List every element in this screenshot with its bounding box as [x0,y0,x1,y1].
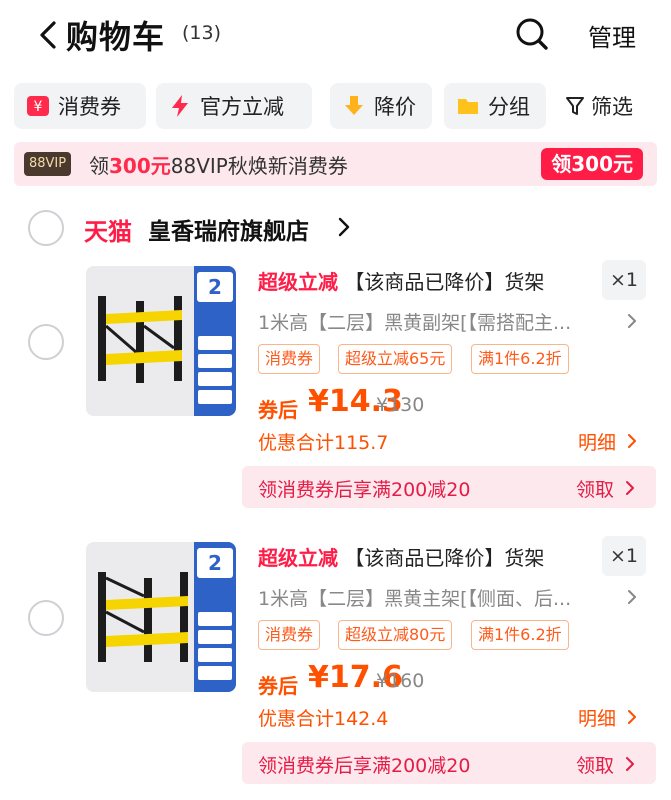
search-icon[interactable] [514,16,550,52]
tag-percent-off: 满1件6.2折 [471,620,569,650]
tmall-logo: 天猫 [84,218,132,246]
feature-icon [198,372,232,386]
vip-badge: 88VIP [24,152,72,176]
claim-coupon-button[interactable]: 领取 [576,475,636,502]
vip-suffix: 88VIP秋焕新消费券 [170,154,348,178]
store-header: 天猫 皇香瑞府旗舰店 [0,200,671,256]
tier-badge: 2 [197,548,233,578]
original-price: ¥130 [376,394,425,416]
item-select-radio[interactable] [28,600,64,636]
price-drop-icon [342,94,366,118]
vip-amount: 300元 [109,154,171,178]
claim-vip-coupon-button[interactable]: 领300元 [541,148,643,180]
chip-label: 消费券 [58,95,121,119]
vip-coupon-banner[interactable]: 88VIP 领300元88VIP秋焕新消费券 领300元 [14,142,657,186]
detail-link[interactable]: 明细 [578,428,638,455]
tag-coupon: 消费券 [258,620,321,650]
chevron-right-icon[interactable] [337,216,351,238]
claim-label: 领取 [576,755,615,777]
feature-icon [198,336,232,350]
detail-label: 明细 [578,708,617,730]
coupon-offer-bar[interactable]: 领消费券后享满200减20 领取 [242,466,656,508]
chevron-right-icon[interactable] [626,312,638,330]
chip-label: 降价 [374,95,416,119]
product-title[interactable]: 超级立减 【该商品已降价】货架 [258,266,598,295]
manage-button[interactable]: 管理 [588,18,636,53]
promo-label: 超级立减 [258,546,338,570]
cart-count: (13) [182,22,222,44]
product-image[interactable]: 2 [86,266,236,416]
product-image[interactable]: 2 [86,542,236,692]
chip-coupon[interactable]: ¥ 消费券 [14,83,146,129]
tag-super-discount: 超级立减80元 [338,620,453,650]
page-title: 购物车 [66,18,166,56]
after-coupon-label: 券后 [258,674,298,698]
chevron-right-icon [628,434,637,448]
product-spec[interactable]: 1米高【二层】黑黄主架[【侧面、后... [258,584,618,611]
filter-chips: ¥ 消费券 官方立减 降价 分组 筛选 [0,83,671,131]
chip-label: 官方立减 [200,95,284,119]
item-select-radio[interactable] [28,324,64,360]
cart-item: 2 超级立减 【该商品已降价】货架 ×1 1米高【二层】黑黄副架[【需搭配主..… [0,260,671,531]
product-spec[interactable]: 1米高【二层】黑黄副架[【需搭配主... [258,308,618,335]
feature-icon [198,612,232,626]
back-arrow-icon[interactable] [36,18,60,52]
filter-icon [565,95,585,117]
quantity-button[interactable]: ×1 [602,536,646,576]
feature-icon [198,630,232,644]
promo-label: 超级立减 [258,270,338,294]
feature-icon [198,666,232,680]
tier-badge: 2 [197,272,233,302]
folder-icon [456,94,480,118]
cart-item: 2 超级立减 【该商品已降价】货架 ×1 1米高【二层】黑黄主架[【侧面、后..… [0,536,671,800]
chip-official-discount[interactable]: 官方立减 [156,83,312,129]
header: 购物车 (13) 管理 [0,0,671,70]
discount-total: 优惠合计142.4 [258,708,389,730]
title-text: 【该商品已降价】货架 [344,270,545,294]
product-title[interactable]: 超级立减 【该商品已降价】货架 [258,542,598,571]
filter-label: 筛选 [591,95,633,119]
tag-percent-off: 满1件6.2折 [471,344,569,374]
feature-icon [198,354,232,368]
feature-icon [198,648,232,662]
claim-coupon-button[interactable]: 领取 [576,751,636,778]
detail-label: 明细 [578,432,617,454]
store-name[interactable]: 皇香瑞府旗舰店 [148,212,309,246]
tag-coupon: 消费券 [258,344,321,374]
vip-banner-text: 领300元88VIP秋焕新消费券 [89,150,348,179]
coupon-offer-text: 领消费券后享满200减20 [258,479,471,501]
coupon-offer-text: 领消费券后享满200减20 [258,755,471,777]
title-text: 【该商品已降价】货架 [344,546,545,570]
chevron-right-icon [626,757,635,771]
coupon-offer-bar[interactable]: 领消费券后享满200减20 领取 [242,742,656,784]
product-feature-panel: 2 [194,542,236,692]
chip-label: 分组 [488,95,530,119]
quantity-button[interactable]: ×1 [602,260,646,300]
discount-total: 优惠合计115.7 [258,432,389,454]
coupon-icon: ¥ [26,94,50,118]
claim-label: 领取 [576,479,615,501]
original-price: ¥160 [376,670,425,692]
chip-price-drop[interactable]: 降价 [330,83,432,129]
feature-icon [198,390,232,404]
after-coupon-label: 券后 [258,398,298,422]
chevron-right-icon [626,481,635,495]
lightning-icon [168,94,192,118]
detail-link[interactable]: 明细 [578,704,638,731]
store-select-radio[interactable] [28,210,64,246]
product-feature-panel: 2 [194,266,236,416]
tag-super-discount: 超级立减65元 [338,344,453,374]
chip-group[interactable]: 分组 [444,83,546,129]
chevron-right-icon[interactable] [626,588,638,606]
chevron-right-icon [628,710,637,724]
vip-prefix: 领 [89,154,109,178]
svg-text:¥: ¥ [34,99,43,115]
filter-button[interactable]: 筛选 [565,83,633,129]
